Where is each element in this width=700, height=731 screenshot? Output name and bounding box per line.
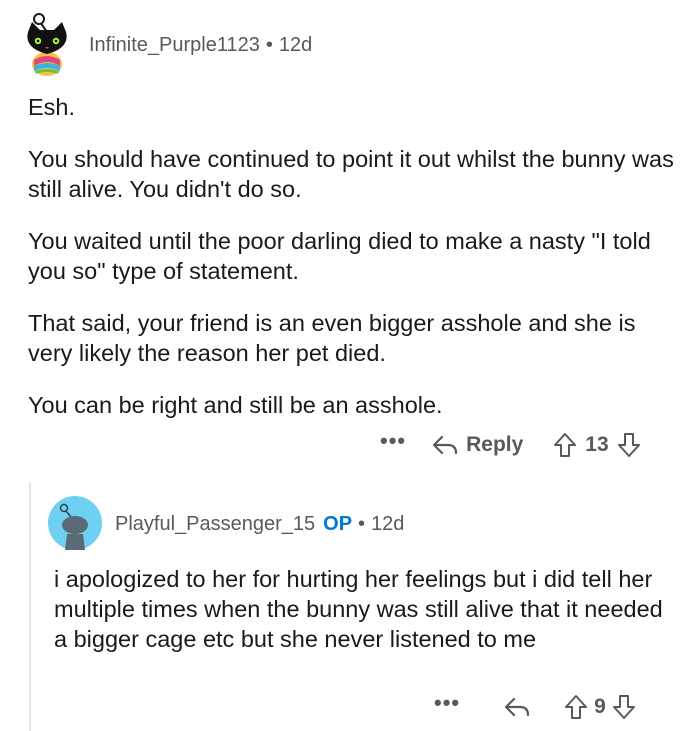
comment-paragraph: i apologized to her for hurting her feel… <box>54 566 663 652</box>
reply-button[interactable]: Reply <box>432 433 523 457</box>
comment-actions: ••• Reply 13 <box>380 430 641 460</box>
more-options-button[interactable]: ••• <box>434 692 460 714</box>
vote-score: 13 <box>585 433 609 456</box>
avatar[interactable] <box>48 496 102 550</box>
thread-line[interactable] <box>29 482 31 731</box>
vote-controls: 13 <box>553 432 640 458</box>
comment-paragraph: You should have continued to point it ou… <box>28 146 674 202</box>
reply-button[interactable] <box>504 696 530 718</box>
comment-actions: ••• 9 <box>434 692 636 722</box>
comment-body: i apologized to her for hurting her feel… <box>54 564 674 654</box>
comment-paragraph: You waited until the poor darling died t… <box>28 228 651 284</box>
avatar[interactable] <box>18 8 76 78</box>
separator-dot: • <box>265 34 273 56</box>
comment-paragraph: You can be right and still be an asshole… <box>28 392 443 418</box>
op-badge: OP <box>323 513 353 535</box>
comment-paragraph: That said, your friend is an even bigger… <box>28 310 636 366</box>
vote-score: 9 <box>594 695 606 718</box>
upvote-icon[interactable] <box>553 432 577 458</box>
more-options-button[interactable]: ••• <box>380 430 406 452</box>
comment-body: Esh. You should have continued to point … <box>28 92 678 442</box>
username[interactable]: Infinite_Purple1123 <box>89 34 260 56</box>
comment-paragraph: Esh. <box>28 94 76 120</box>
upvote-icon[interactable] <box>564 694 588 720</box>
reply-label: Reply <box>466 433 524 456</box>
downvote-icon[interactable] <box>617 432 641 458</box>
vote-controls: 9 <box>564 694 636 720</box>
username[interactable]: Playful_Passenger_15 <box>115 513 315 535</box>
reply-icon <box>505 697 530 717</box>
comment-age: 12d <box>278 34 313 56</box>
comment-age: 12d <box>371 513 405 535</box>
reply-icon <box>433 435 458 455</box>
comment-meta: Playful_Passenger_15 OP • 12d <box>115 512 404 536</box>
comment-meta: Infinite_Purple1123 • 12d <box>89 33 312 57</box>
separator-dot: • <box>358 513 366 535</box>
downvote-icon[interactable] <box>612 694 636 720</box>
